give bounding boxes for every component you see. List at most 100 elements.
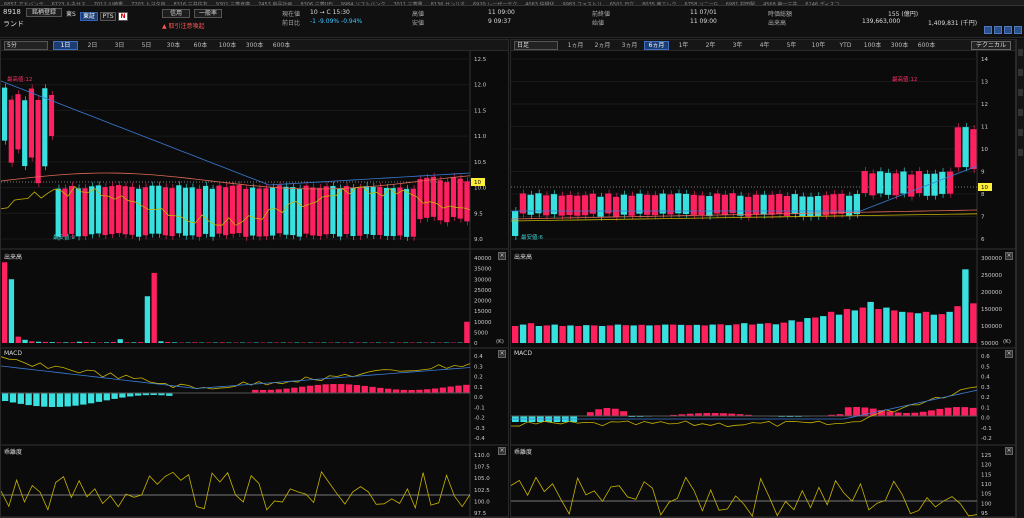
- max-price-label: 最高値:12: [892, 75, 917, 83]
- candle: [884, 172, 892, 195]
- tab-2[interactable]: 3日: [107, 41, 132, 50]
- tab-2[interactable]: 3ヵ月: [617, 41, 642, 50]
- macd-bar: [603, 408, 611, 416]
- technical-button[interactable]: テクニカル: [971, 41, 1011, 50]
- candle: [62, 188, 68, 237]
- candle: [628, 195, 635, 216]
- candle: [605, 193, 612, 214]
- n-badge[interactable]: N: [118, 12, 128, 21]
- price-tick: 10: [981, 147, 988, 153]
- volume-bar: [748, 324, 756, 343]
- chart-icon[interactable]: [994, 26, 1002, 34]
- candle: [2, 87, 8, 141]
- tab-4[interactable]: 30本: [161, 41, 186, 50]
- candle: [783, 195, 791, 216]
- sidebar-icon[interactable]: [1018, 129, 1023, 136]
- tab-6[interactable]: 100本: [215, 41, 240, 50]
- tab-9[interactable]: 10年: [806, 41, 831, 50]
- layout-icon[interactable]: [984, 26, 992, 34]
- macd-bar: [431, 388, 439, 393]
- macd-bar: [103, 393, 110, 401]
- volume-tick: 100000: [981, 324, 1002, 330]
- candle: [908, 174, 915, 197]
- candle: [296, 188, 302, 237]
- tab-1[interactable]: 2ヵ月: [590, 41, 615, 50]
- osc-tick: 100.0: [474, 499, 490, 505]
- pts-button[interactable]: PTS: [100, 12, 116, 21]
- candle: [176, 185, 182, 234]
- sidebar-icon[interactable]: [1018, 109, 1023, 116]
- tab-0[interactable]: 1日: [53, 41, 78, 50]
- volume-tick: 20000: [474, 299, 492, 305]
- exchange-button[interactable]: 東証: [80, 12, 98, 21]
- period-select[interactable]: 5分: [4, 41, 48, 50]
- tab-8[interactable]: 5年: [779, 41, 804, 50]
- signal-line: [1, 365, 471, 389]
- volume-bar: [117, 339, 123, 343]
- volume-unit: (K): [496, 339, 504, 345]
- tab-8[interactable]: 600本: [269, 41, 294, 50]
- tab-3[interactable]: 5日: [134, 41, 159, 50]
- list-icon[interactable]: [1004, 26, 1012, 34]
- tab-11[interactable]: 100本: [860, 41, 885, 50]
- candle: [752, 194, 760, 215]
- volume-bar: [646, 325, 653, 343]
- macd-bar: [377, 387, 384, 393]
- macd-bar: [9, 393, 17, 403]
- candle: [450, 176, 457, 217]
- general-rate-button[interactable]: 一般率: [194, 9, 222, 18]
- volume-tick: 5000: [474, 330, 488, 336]
- tab-5[interactable]: 2年: [698, 41, 723, 50]
- candle: [675, 193, 682, 214]
- volume-bar: [693, 324, 701, 343]
- tab-7[interactable]: 300本: [242, 41, 267, 50]
- macd-tick: 0.0: [981, 416, 990, 422]
- candle: [900, 171, 907, 194]
- credit-button[interactable]: 信用: [162, 9, 190, 18]
- sidebar-icon[interactable]: [1018, 49, 1023, 56]
- price-tick: 11.0: [474, 134, 487, 140]
- volume-bar: [741, 323, 748, 343]
- candle: [209, 188, 215, 237]
- tab-13[interactable]: 600本: [914, 41, 939, 50]
- tab-5[interactable]: 60本: [188, 41, 213, 50]
- volume-bar: [804, 318, 811, 343]
- price-tick: 10.0: [474, 186, 487, 192]
- watchlist-button[interactable]: 銘柄登録: [26, 8, 62, 17]
- tab-6[interactable]: 3年: [725, 41, 750, 50]
- tab-4[interactable]: 1年: [671, 41, 696, 50]
- tab-0[interactable]: 1ヵ月: [563, 41, 588, 50]
- candle: [667, 194, 674, 215]
- volume-tick: 25000: [474, 288, 492, 294]
- volume-bar: [559, 326, 566, 343]
- macd-bar: [611, 408, 619, 416]
- macd-bar: [969, 407, 977, 416]
- volume-bar: [922, 311, 930, 343]
- period-select[interactable]: 日足: [514, 41, 558, 50]
- volume-bar: [219, 342, 225, 343]
- candle: [760, 194, 767, 215]
- candle: [189, 187, 195, 236]
- volume-bar: [598, 326, 606, 343]
- macd-bar: [919, 411, 927, 416]
- macd-bar: [41, 393, 48, 407]
- osc-tick: 110: [981, 482, 992, 488]
- macd-bar: [586, 412, 594, 416]
- tab-12[interactable]: 300本: [887, 41, 912, 50]
- stock-code: 8918: [3, 8, 21, 16]
- candle: [417, 179, 423, 220]
- sidebar-icon[interactable]: [1018, 69, 1023, 76]
- tab-7[interactable]: 4年: [752, 41, 777, 50]
- candle: [430, 176, 436, 217]
- macd-bar: [353, 385, 361, 393]
- settings-icon[interactable]: [1014, 26, 1022, 34]
- volume-bar: [812, 317, 819, 343]
- tab-10[interactable]: YTD: [833, 41, 858, 50]
- volume-tick: 30000: [474, 277, 492, 283]
- tab-3[interactable]: 6ヵ月: [644, 41, 669, 50]
- macd-bar: [936, 408, 944, 416]
- sidebar-icon[interactable]: [1018, 149, 1023, 156]
- tab-1[interactable]: 2日: [80, 41, 105, 50]
- sidebar-icon[interactable]: [1018, 89, 1023, 96]
- macd-bar: [87, 393, 95, 404]
